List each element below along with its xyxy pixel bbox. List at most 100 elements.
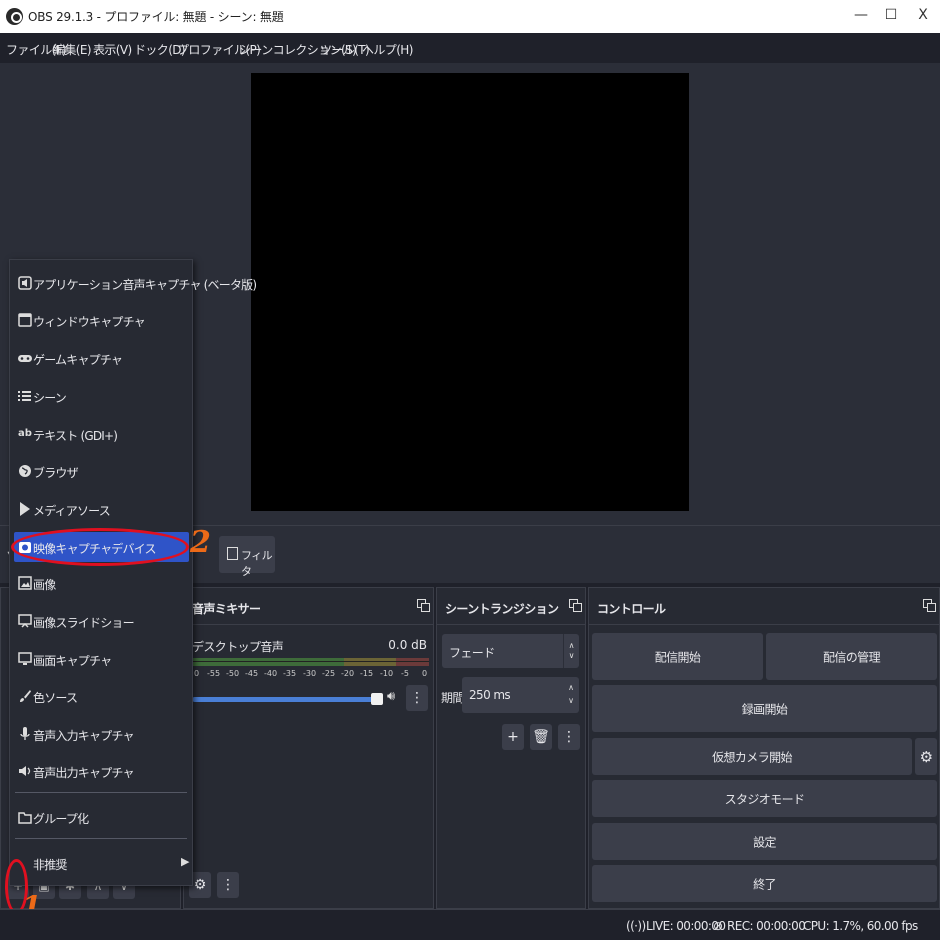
duration-label: 期間 xyxy=(441,691,464,705)
volume-meter xyxy=(192,658,429,666)
menu-separator xyxy=(15,838,187,839)
menu-item-browser[interactable]: ブラウザ xyxy=(14,456,189,486)
scale-tick: -55 xyxy=(207,669,221,678)
controls-header: コントロール xyxy=(589,588,939,625)
gamepad-icon xyxy=(18,351,32,365)
scale-tick: -15 xyxy=(360,669,374,678)
rec-status: REC: 00:00:00 xyxy=(727,919,806,933)
transition-more-icon[interactable]: ⋮ xyxy=(558,724,580,750)
cpu-status: CPU: 1.7%, 60.00 fps xyxy=(803,919,918,933)
preview-canvas[interactable] xyxy=(251,73,689,511)
obs-logo-icon xyxy=(6,8,23,25)
mixer-track-name: デスクトップ音声 xyxy=(192,640,284,654)
duration-value: 250 ms xyxy=(469,688,511,702)
menu-item-scene[interactable]: シーン xyxy=(14,381,189,411)
menu-item-deprecated[interactable]: 非推奨 ▶ xyxy=(14,848,189,878)
scale-tick: -20 xyxy=(341,669,355,678)
list-icon xyxy=(18,389,32,403)
volume-slider-handle[interactable] xyxy=(371,693,383,705)
scale-tick: -35 xyxy=(283,669,297,678)
status-bar: ((·)) LIVE: 00:00:00 ⊘ REC: 00:00:00 CPU… xyxy=(0,909,940,940)
menu-item-text-gdi[interactable]: ab テキスト (GDI+) xyxy=(14,419,189,449)
menu-item-game-capture[interactable]: ゲームキャプチャ xyxy=(14,343,189,373)
speaker-window-icon xyxy=(18,276,32,290)
menu-separator xyxy=(15,792,187,793)
scale-tick: -50 xyxy=(226,669,240,678)
menu-item-display-capture[interactable]: 画面キャプチャ xyxy=(14,644,189,674)
menu-item-audio-input-capture[interactable]: 音声入力キャプチャ xyxy=(14,719,189,749)
filter-icon xyxy=(227,547,238,560)
menu-help[interactable]: ヘルプ(H) xyxy=(362,41,413,58)
close-button[interactable]: X xyxy=(908,4,938,28)
minimize-button[interactable]: — xyxy=(846,4,876,28)
window-title: OBS 29.1.3 - プロファイル: 無題 - シーン: 無題 xyxy=(28,10,284,24)
settings-button[interactable]: 設定 xyxy=(592,823,937,860)
menu-view[interactable]: 表示(V) xyxy=(93,41,132,58)
menu-edit[interactable]: 編集(E) xyxy=(53,41,92,58)
microphone-icon xyxy=(18,727,32,741)
scale-tick: -10 xyxy=(380,669,394,678)
maximize-button[interactable]: ☐ xyxy=(876,4,906,28)
chevron-updown-icon: ∧ ∨ xyxy=(563,634,579,668)
start-recording-button[interactable]: 録画開始 xyxy=(592,685,937,732)
manage-broadcast-button[interactable]: 配信の管理 xyxy=(766,633,937,680)
scale-tick: -30 xyxy=(303,669,317,678)
add-transition-icon[interactable]: + xyxy=(502,724,524,750)
start-virtual-camera-button[interactable]: 仮想カメラ開始 xyxy=(592,738,912,775)
text-icon: ab xyxy=(18,428,32,439)
mixer-level: 0.0 dB xyxy=(388,638,427,652)
audio-mixer-dock: 音声ミキサー デスクトップ音声 0.0 dB 0 -55 -50 -45 -40… xyxy=(183,587,434,909)
mixer-header: 音声ミキサー xyxy=(184,588,433,625)
volume-slider[interactable] xyxy=(192,697,376,702)
meter-scale: 0 -55 -50 -45 -40 -35 -30 -25 -20 -15 -1… xyxy=(192,669,432,681)
trash-icon[interactable]: 🗑︎ xyxy=(530,724,552,750)
scene-transitions-dock: シーントランジション フェード ∧ ∨ 期間 250 ms ∧ ∨ + 🗑︎ ⋮ xyxy=(436,587,586,909)
folder-icon xyxy=(18,810,32,824)
rec-icon: ⊘ xyxy=(713,919,723,933)
step-number-2: 2 xyxy=(190,525,211,560)
undock-icon[interactable] xyxy=(569,599,582,612)
menu-item-image-slideshow[interactable]: 画像スライドショー xyxy=(14,606,189,636)
start-streaming-button[interactable]: 配信開始 xyxy=(592,633,763,680)
studio-mode-button[interactable]: スタジオモード xyxy=(592,780,937,817)
exit-button[interactable]: 終了 xyxy=(592,865,937,902)
filters-button[interactable]: フィルタ xyxy=(219,536,275,578)
mixer-more-icon[interactable]: ⋮ xyxy=(217,872,239,898)
menu-item-app-audio-capture[interactable]: アプリケーション音声キャプチャ (ベータ版) xyxy=(14,268,257,298)
scale-tick: 0 xyxy=(422,669,428,678)
spin-updown-icon[interactable]: ∧ ∨ xyxy=(563,677,579,713)
monitor-icon xyxy=(18,652,32,666)
virtual-camera-settings-icon[interactable]: ⚙ xyxy=(915,738,937,775)
highlight-ellipse-step2 xyxy=(11,528,189,566)
speaker-icon[interactable]: 🔊︎ xyxy=(387,689,395,704)
transitions-header: シーントランジション xyxy=(437,588,585,625)
scale-tick: -5 xyxy=(401,669,409,678)
mixer-menu-icon[interactable]: ⋮ xyxy=(406,685,428,711)
transition-select-value: フェード xyxy=(449,646,495,660)
add-source-menu: アプリケーション音声キャプチャ (ベータ版) ウィンドウキャプチャ ゲームキャプ… xyxy=(9,259,257,886)
undock-icon[interactable] xyxy=(923,599,936,612)
transitions-title: シーントランジション xyxy=(445,602,559,616)
duration-input[interactable]: 250 ms ∧ ∨ xyxy=(462,677,579,713)
menu-item-media-source[interactable]: メディアソース xyxy=(14,494,189,524)
undock-icon[interactable] xyxy=(417,599,430,612)
slideshow-icon xyxy=(18,614,32,628)
title-bar: OBS 29.1.3 - プロファイル: 無題 - シーン: 無題 — ☐ X xyxy=(0,0,940,33)
scale-tick: -45 xyxy=(245,669,259,678)
mixer-title: 音声ミキサー xyxy=(192,602,261,616)
globe-icon xyxy=(18,464,32,478)
controls-title: コントロール xyxy=(597,602,666,616)
transition-select[interactable]: フェード ∧ ∨ xyxy=(442,634,579,668)
live-icon: ((·)) xyxy=(626,919,646,933)
menu-item-window-capture[interactable]: ウィンドウキャプチャ xyxy=(14,305,189,335)
play-icon xyxy=(18,502,32,516)
menu-item-audio-output-capture[interactable]: 音声出力キャプチャ xyxy=(14,756,189,786)
controls-dock: コントロール 配信開始 配信の管理 録画開始 仮想カメラ開始 ⚙ スタジオモード… xyxy=(588,587,940,909)
menu-item-color-source[interactable]: 色ソース xyxy=(14,681,189,711)
menu-item-group[interactable]: グループ化 xyxy=(14,802,189,832)
window-icon xyxy=(18,313,32,327)
menu-item-image[interactable]: 画像 xyxy=(14,568,189,598)
scale-tick: -40 xyxy=(264,669,278,678)
menu-bar: ファイル(F) 編集(E) 表示(V) ドック(D) プロファイル(P) シーン… xyxy=(0,33,940,63)
brush-icon xyxy=(18,689,32,703)
